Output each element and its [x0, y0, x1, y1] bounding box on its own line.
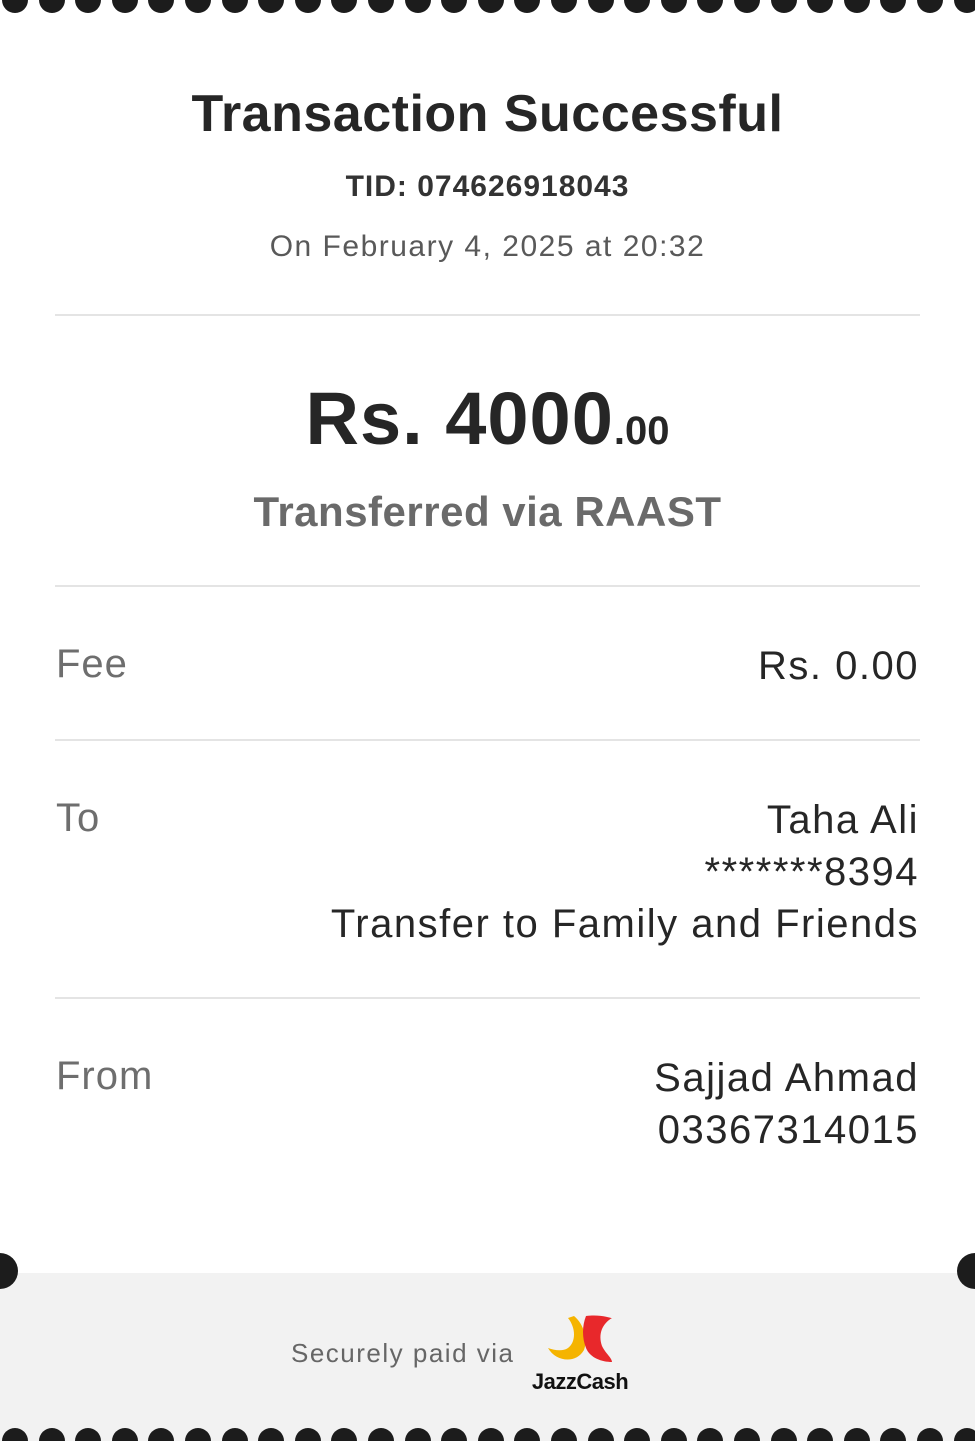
perforation-dot — [514, 1428, 541, 1441]
from-label: From — [56, 1054, 154, 1098]
perforation-dot — [294, 0, 321, 13]
perforation-dot — [697, 1428, 724, 1441]
perforation-dot — [148, 0, 175, 13]
divider — [55, 314, 920, 316]
sender-account: 03367314015 — [657, 1108, 919, 1152]
perforation-dot — [807, 0, 834, 13]
divider — [55, 739, 920, 741]
perforation-dot — [38, 1428, 65, 1441]
perforation-dot — [660, 0, 687, 13]
perforation-dot — [624, 0, 651, 13]
divider — [55, 997, 920, 999]
perforation-dot — [843, 0, 870, 13]
perforation-dot — [221, 0, 248, 13]
fee-amount: Rs. 0.00 — [758, 644, 919, 688]
perforation-dot — [2, 1428, 28, 1441]
perforation-dot — [2, 0, 28, 13]
jazzcash-mark-icon — [548, 1315, 612, 1362]
perforation-dot — [734, 1428, 760, 1441]
perforation-dot — [953, 1428, 975, 1441]
perforation-dot — [404, 1428, 431, 1441]
to-label: To — [56, 796, 101, 840]
perforation-dot — [75, 0, 102, 13]
perforation-dot — [770, 1428, 797, 1441]
secure-payment-text: Securely paid via — [291, 1338, 515, 1368]
fee-label: Fee — [56, 642, 128, 686]
transaction-datetime: On February 4, 2025 at 20:32 — [269, 230, 706, 263]
perforation-dot — [294, 1428, 321, 1441]
perforation-dot — [734, 0, 760, 13]
recipient-details: Taha Ali *******8394 Transfer to Family … — [331, 794, 919, 950]
perforation-dot — [660, 1428, 687, 1441]
perforation-dot — [185, 0, 211, 13]
transfer-purpose: Transfer to Family and Friends — [330, 902, 919, 946]
perforation-dot — [404, 0, 431, 13]
perforation-dot — [111, 0, 138, 13]
perforation-dot — [624, 1428, 651, 1441]
perforation-dot — [368, 0, 394, 13]
perforation-dot — [441, 1428, 468, 1441]
fee-value: Rs. 0.00 — [758, 640, 919, 692]
perforation-dot — [587, 0, 614, 13]
perforated-top-edge — [0, 0, 975, 13]
perforation-dot — [185, 1428, 211, 1441]
transfer-method: Transferred via RAAST — [253, 488, 722, 535]
amount-cents: .00 — [613, 409, 670, 453]
perforation-dot — [843, 1428, 870, 1441]
perforation-dot — [807, 1428, 834, 1441]
perforation-dot — [917, 1428, 943, 1441]
sender-name: Sajjad Ahmad — [654, 1056, 919, 1100]
jazzcash-logo: JazzCash — [528, 1312, 632, 1396]
perforation-dot — [770, 0, 797, 13]
recipient-account: *******8394 — [704, 850, 919, 894]
perforation-dot — [551, 1428, 577, 1441]
perforation-dot — [258, 0, 285, 13]
perforation-dot — [917, 0, 943, 13]
jazzcash-wordmark: JazzCash — [531, 1369, 629, 1394]
perforation-dot — [953, 0, 975, 13]
perforation-dot — [477, 0, 504, 13]
perforation-dot — [697, 0, 724, 13]
perforation-dot — [477, 1428, 504, 1441]
perforation-dot — [331, 0, 358, 13]
transaction-id: TID: 074626918043 — [345, 170, 630, 203]
perforation-dot — [514, 0, 541, 13]
perforation-dot — [111, 1428, 138, 1441]
transaction-receipt: Transaction Successful TID: 074626918043… — [0, 0, 975, 1441]
recipient-name: Taha Ali — [766, 798, 919, 842]
perforation-dot — [331, 1428, 358, 1441]
perforation-dot — [587, 1428, 614, 1441]
perforation-dot — [148, 1428, 175, 1441]
perforation-dot — [258, 1428, 285, 1441]
perforation-dot — [880, 0, 907, 13]
transaction-amount: Rs. 4000.00 — [0, 376, 975, 461]
amount-main: Rs. 4000 — [305, 377, 614, 460]
perforation-dot — [880, 1428, 907, 1441]
perforation-dot — [551, 0, 577, 13]
perforation-dot — [221, 1428, 248, 1441]
sender-details: Sajjad Ahmad 03367314015 — [654, 1052, 919, 1156]
divider — [55, 585, 920, 587]
perforated-bottom-edge — [0, 1428, 975, 1441]
perforation-dot — [75, 1428, 102, 1441]
perforation-dot — [368, 1428, 394, 1441]
perforation-dot — [38, 0, 65, 13]
page-title: Transaction Successful — [191, 85, 784, 143]
perforation-dot — [441, 0, 468, 13]
